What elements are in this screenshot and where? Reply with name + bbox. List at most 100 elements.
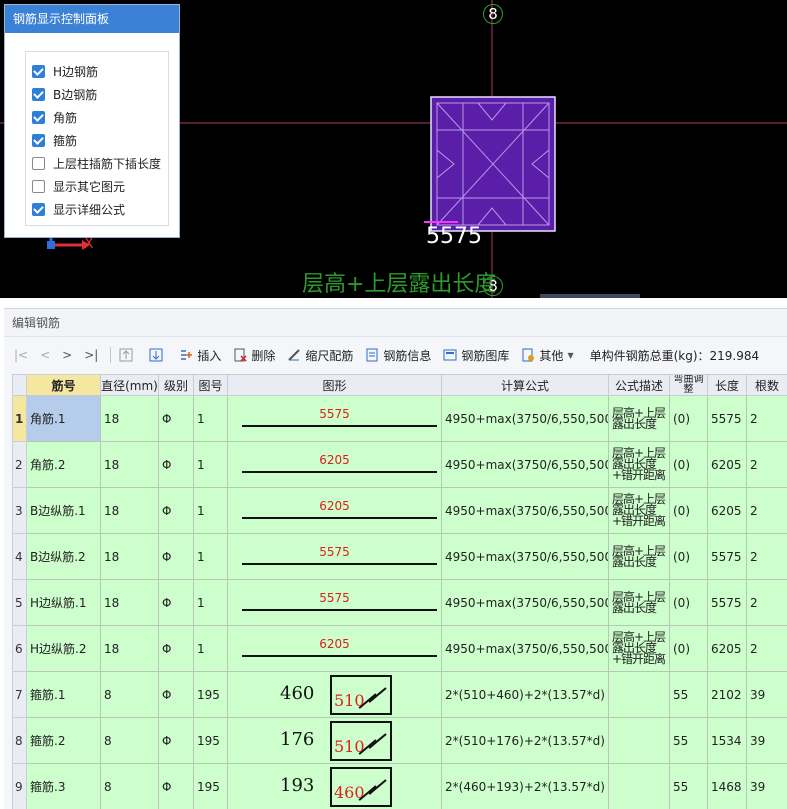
cell-grade[interactable]: Φ [158,395,194,442]
cell-count[interactable]: 2 [746,533,787,580]
cell-bend-adjust[interactable]: 55 [669,717,708,764]
cell-grade[interactable]: Φ [158,625,194,672]
cell-count[interactable]: 39 [746,763,787,809]
cell-formula[interactable]: 4950+max(3750/6,550,500) [441,395,609,442]
cell-count[interactable]: 2 [746,579,787,626]
header-grade[interactable]: 级别 [158,374,194,396]
cell-shape[interactable]: 5575 [227,579,442,626]
header-count[interactable]: 根数 [746,374,787,396]
table-row[interactable]: 7 箍筋.1 8 Φ 195 460 510 2*(510+460)+2*(13.57*d) 5… [12,671,787,718]
cell-diameter[interactable]: 8 [100,717,159,764]
cell-grade[interactable]: Φ [158,441,194,488]
table-row[interactable]: 6H边纵筋.218Φ1 6205 4950+max(3750/6,550,500)…… [12,625,787,672]
drawing-viewport[interactable]: 8 8 5575 层高+上层露出长度 X 钢筋显示控制面板 H边钢筋 B边钢筋 … [0,0,787,298]
cell-length[interactable]: 1534 [707,717,747,764]
cell-bend-adjust[interactable]: (0) [669,625,708,672]
checkbox[interactable] [32,134,45,147]
cell-formula[interactable]: 2*(510+176)+2*(13.57*d) [441,717,609,764]
cell-count[interactable]: 2 [746,441,787,488]
checkbox[interactable] [32,65,45,78]
cell-formula[interactable]: 2*(460+193)+2*(13.57*d) [441,763,609,809]
table-row[interactable]: 8 箍筋.2 8 Φ 195 176 510 2*(510+176)+2*(13.57*d) 5… [12,717,787,764]
row-number[interactable]: 5 [12,579,27,626]
cell-grade[interactable]: Φ [158,533,194,580]
delete-button[interactable]: 删除 [233,347,275,364]
row-number[interactable]: 8 [12,717,27,764]
cell-diameter[interactable]: 18 [100,487,159,534]
cell-formula[interactable]: 4950+max(3750/6,550,500)… [441,625,609,672]
row-number[interactable]: 2 [12,441,27,488]
option-stirrup[interactable]: 箍筋 [26,129,168,152]
table-row[interactable]: 9 箍筋.3 8 Φ 195 193 460 2*(460+193)+2*(13.57*d) 5… [12,763,787,809]
table-row[interactable]: 5 H边纵筋.1 18 Φ 1 5575 4950+max(3750/6,550,500) 层… [12,579,787,626]
cell-figure-number[interactable]: 1 [193,579,228,626]
other-menu-button[interactable]: 其他 ▼ [521,347,574,364]
cell-shape[interactable]: 6205 [227,487,442,534]
cell-figure-number[interactable]: 1 [193,441,228,488]
rebar-info-button[interactable]: 钢筋信息 [365,347,431,364]
cell-length[interactable]: 6205 [707,625,747,672]
scale-rebar-button[interactable]: 缩尺配筋 [287,347,353,364]
cell-bend-adjust[interactable]: (0) [669,441,708,488]
cell-formula[interactable]: 4950+max(3750/6,550,500)… [441,441,609,488]
cell-figure-number[interactable]: 195 [193,717,228,764]
rebar-library-button[interactable]: 钢筋图库 [443,347,509,364]
cell-shape[interactable]: 6205 [227,625,442,672]
cell-count[interactable]: 39 [746,671,787,718]
cell-bend-adjust[interactable]: (0) [669,533,708,580]
option-b-side-rebar[interactable]: B边钢筋 [26,83,168,106]
cell-shape[interactable]: 6205 [227,441,442,488]
table-row[interactable]: 4 B边纵筋.2 18 Φ 1 5575 4950+max(3750/6,550,500) 层… [12,533,787,580]
cell-shape[interactable]: 176 510 [227,717,442,764]
cell-formula[interactable]: 4950+max(3750/6,550,500) [441,533,609,580]
cell-diameter[interactable]: 8 [100,671,159,718]
viewport-resize-handle[interactable] [540,294,640,298]
cell-shape[interactable]: 5575 [227,533,442,580]
cell-count[interactable]: 2 [746,487,787,534]
cell-count[interactable]: 39 [746,717,787,764]
header-formula-description[interactable]: 公式描述 [608,374,670,396]
cell-grade[interactable]: Φ [158,717,194,764]
move-up-button[interactable] [119,348,137,362]
cell-bar-number[interactable]: H边纵筋.2 [26,625,101,672]
row-number[interactable]: 9 [12,763,27,809]
cell-formula-description[interactable]: 层高+上层露出长度 [608,533,670,580]
cell-length[interactable]: 1468 [707,763,747,809]
cell-bend-adjust[interactable]: (0) [669,395,708,442]
checkbox[interactable] [32,157,45,170]
cell-bar-number[interactable]: 箍筋.1 [26,671,101,718]
cell-diameter[interactable]: 18 [100,579,159,626]
cell-formula-description[interactable] [608,717,670,764]
header-bend-adjust[interactable]: 弯曲调整 [669,374,708,396]
cell-bar-number[interactable]: B边纵筋.2 [26,533,101,580]
cell-bar-number[interactable]: 箍筋.3 [26,763,101,809]
table-row[interactable]: 3B边纵筋.118Φ1 6205 4950+max(3750/6,550,500)…… [12,487,787,534]
cell-length[interactable]: 5575 [707,579,747,626]
cell-figure-number[interactable]: 1 [193,625,228,672]
row-number[interactable]: 3 [12,487,27,534]
cell-grade[interactable]: Φ [158,579,194,626]
insert-button[interactable]: 插入 [179,347,221,364]
option-show-detailed-formula[interactable]: 显示详细公式 [26,198,168,221]
cell-grade[interactable]: Φ [158,671,194,718]
header-bar-number[interactable]: 筋号 [26,374,101,396]
cell-bend-adjust[interactable]: (0) [669,487,708,534]
cell-figure-number[interactable]: 1 [193,395,228,442]
row-number[interactable]: 1 [12,395,27,442]
header-diameter[interactable]: 直径(mm) [100,374,159,396]
nav-prev-button[interactable]: < [40,348,50,362]
cell-formula-description[interactable]: 层高+上层露出长度+错开距离 [608,487,670,534]
cell-formula-description[interactable]: 层高+上层露出长度 [608,579,670,626]
cell-shape[interactable]: 5575 [227,395,442,442]
cell-shape[interactable]: 460 510 [227,671,442,718]
cell-diameter[interactable]: 18 [100,533,159,580]
header-length[interactable]: 长度 [707,374,747,396]
cell-formula-description[interactable] [608,671,670,718]
header-formula[interactable]: 计算公式 [441,374,609,396]
header-figure-number[interactable]: 图号 [193,374,228,396]
row-number[interactable]: 6 [12,625,27,672]
cell-shape[interactable]: 193 460 [227,763,442,809]
cell-diameter[interactable]: 18 [100,441,159,488]
cell-figure-number[interactable]: 1 [193,487,228,534]
option-show-other-elements[interactable]: 显示其它图元 [26,175,168,198]
